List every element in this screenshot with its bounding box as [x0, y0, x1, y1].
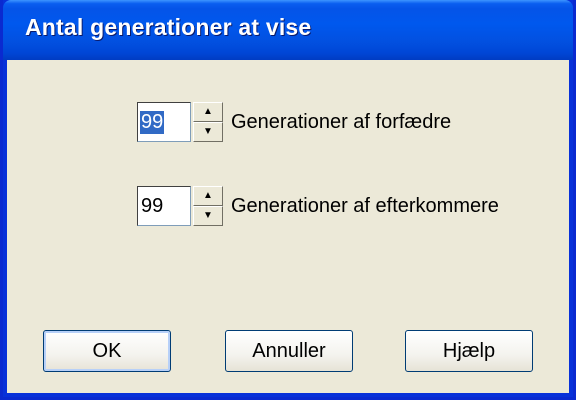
arrow-down-icon: ▼ — [203, 126, 213, 137]
ancestors-spin-down-button[interactable]: ▼ — [193, 122, 223, 142]
descendants-value: 99 — [141, 194, 164, 217]
ancestors-spin-up-button[interactable]: ▲ — [193, 102, 223, 122]
window-title: Antal generationer at vise — [25, 14, 312, 40]
ancestors-generations-input[interactable]: 99 — [137, 102, 191, 142]
title-bar[interactable]: Antal generationer at vise — [3, 0, 573, 60]
arrow-down-icon: ▼ — [203, 210, 213, 221]
arrow-up-icon: ▲ — [203, 106, 213, 117]
descendants-spinner: ▲ ▼ — [193, 186, 223, 226]
help-button[interactable]: Hjælp — [405, 330, 533, 372]
descendants-label: Generationer af efterkommere — [231, 194, 499, 217]
ancestors-label: Generationer af forfædre — [231, 110, 452, 133]
descendants-spin-down-button[interactable]: ▼ — [193, 206, 223, 226]
ancestors-spinner: ▲ ▼ — [193, 102, 223, 142]
descendants-generations-input[interactable]: 99 — [137, 186, 191, 226]
ok-button[interactable]: OK — [43, 330, 171, 372]
descendants-spin-up-button[interactable]: ▲ — [193, 186, 223, 206]
descendants-row: 99 ▲ ▼ Generationer af efterkommere — [137, 186, 499, 226]
arrow-up-icon: ▲ — [203, 190, 213, 201]
dialog-body: 99 ▲ ▼ Generationer af forfædre 99 ▲ ▼ G… — [7, 60, 569, 393]
dialog-window: Antal generationer at vise 99 ▲ ▼ Genera… — [0, 0, 576, 400]
ancestors-row: 99 ▲ ▼ Generationer af forfædre — [137, 102, 451, 142]
ancestors-value: 99 — [140, 110, 165, 134]
cancel-button[interactable]: Annuller — [225, 330, 353, 372]
